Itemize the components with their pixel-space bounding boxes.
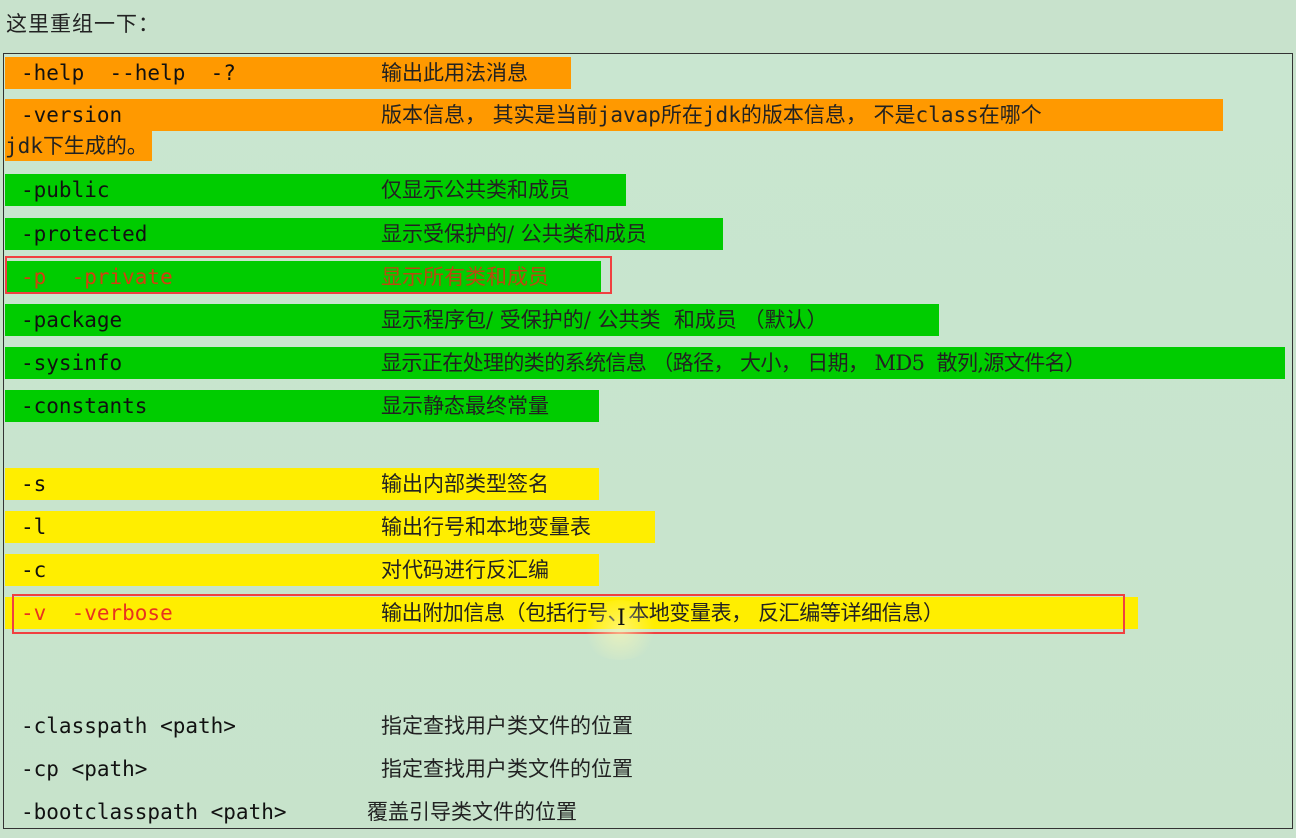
highlight-box-private (5, 256, 612, 294)
option-name: -protected (21, 222, 148, 246)
desc-code: jdk (702, 103, 741, 127)
option-description-continued: jdk下生成的。 (5, 131, 152, 161)
option-description: 输出内部类型签名 (381, 472, 549, 496)
desc-text: 所在 (660, 103, 703, 127)
option-name: -cp <path> (21, 757, 148, 781)
desc-text: 下生成的。 (42, 134, 148, 158)
option-name: -sysinfo (21, 351, 123, 375)
page-heading: 这里重组一下： (6, 12, 160, 36)
option-description: 指定查找用户类文件的位置 (381, 714, 633, 738)
option-description: 版本信息， 其实是当前javap所在jdk的版本信息， 不是class在哪个 (381, 99, 1042, 131)
text-cursor-icon: I (617, 606, 626, 631)
option-name: -package (21, 308, 123, 332)
option-description: 显示静态最终常量 (381, 394, 549, 418)
option-description: 仅显示公共类和成员 (381, 178, 570, 202)
option-name: -bootclasspath <path> (21, 800, 287, 824)
option-name: -public (21, 178, 110, 202)
option-description: 对代码进行反汇编 (381, 558, 549, 582)
option-description: 覆盖引导类文件的位置 (367, 800, 577, 824)
option-name: -l (21, 515, 47, 539)
desc-code: class (915, 103, 979, 127)
option-description: 显示程序包/ 受保护的/ 公共类 和成员 （默认） (381, 308, 828, 332)
option-description: 显示正在处理的类的系统信息 （路径， 大小， 日期， MD5 散列,源文件名） (381, 351, 1086, 375)
highlight-box-verbose (12, 594, 1125, 634)
option-description: 显示受保护的/ 公共类和成员 (381, 222, 647, 246)
desc-text: 在哪个 (978, 103, 1042, 127)
desc-text: 的版本信息， 不是 (740, 103, 916, 127)
option-name: -constants (21, 394, 148, 418)
option-name: -classpath <path> (21, 714, 236, 738)
desc-code: javap (597, 103, 661, 127)
option-name: -s (21, 472, 47, 496)
option-name: -c (21, 558, 47, 582)
desc-text: 版本信息， 其实是当前 (381, 103, 598, 127)
option-name: -version (21, 103, 123, 127)
desc-code: jdk (5, 134, 43, 158)
option-name: -help --help -? (21, 61, 236, 85)
option-description: 输出此用法消息 (381, 61, 528, 85)
option-description: 输出行号和本地变量表 (381, 515, 591, 539)
option-description: 指定查找用户类文件的位置 (381, 757, 633, 781)
